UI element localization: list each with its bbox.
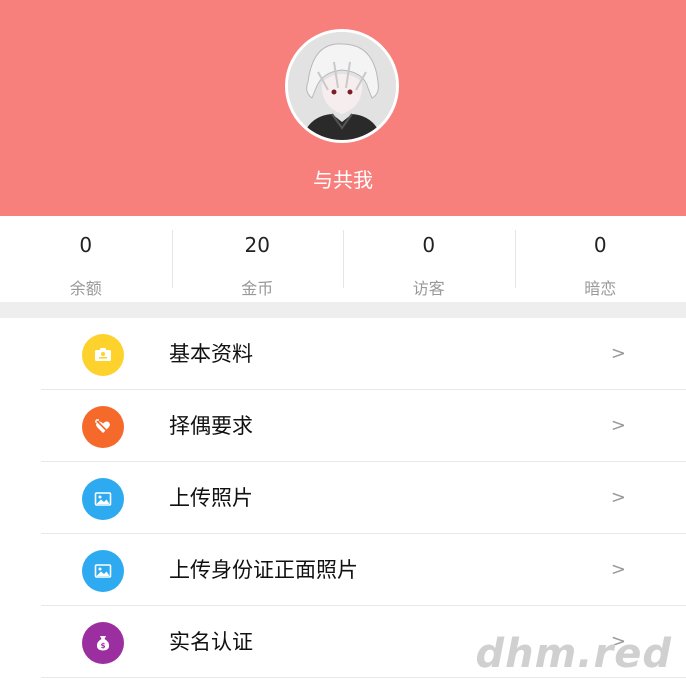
chevron-right-icon: > bbox=[610, 415, 626, 436]
nickname: 与共我 bbox=[313, 168, 373, 192]
profile-header: 与共我 bbox=[0, 0, 686, 216]
menu-item-upload-photos[interactable]: 上传照片 > bbox=[41, 462, 686, 534]
stat-value: 0 bbox=[593, 233, 607, 257]
stat-value: 20 bbox=[244, 233, 270, 257]
chevron-right-icon: > bbox=[610, 343, 626, 364]
stat-label: 暗恋 bbox=[584, 279, 617, 298]
menu-item-label: 上传照片 bbox=[169, 486, 253, 510]
image-icon bbox=[82, 550, 124, 592]
avatar[interactable] bbox=[285, 29, 399, 143]
stat-label: 金币 bbox=[241, 279, 274, 298]
stat-label: 余额 bbox=[69, 279, 102, 298]
menu-item-upload-id-front[interactable]: 上传身份证正面照片 > bbox=[41, 534, 686, 606]
stat-label: 访客 bbox=[412, 279, 445, 298]
stats-bar: 0 余额 20 金币 0 访客 0 暗恋 bbox=[0, 216, 686, 302]
svg-text:$: $ bbox=[101, 642, 106, 650]
heart-arrow-icon bbox=[82, 406, 124, 448]
id-card-icon bbox=[82, 334, 124, 376]
money-bag-icon: $ bbox=[82, 622, 124, 664]
stat-crush[interactable]: 0 暗恋 bbox=[514, 216, 686, 302]
stat-visitors[interactable]: 0 访客 bbox=[343, 216, 515, 302]
stat-value: 0 bbox=[422, 233, 436, 257]
menu-list: 基本资料 > 择偶要求 > 上传照片 > 上传身份证正面照片 > $ 实名认证 … bbox=[0, 318, 686, 678]
menu-item-partner-requirements[interactable]: 择偶要求 > bbox=[41, 390, 686, 462]
menu-item-label: 实名认证 bbox=[169, 630, 253, 654]
chevron-right-icon: > bbox=[610, 559, 626, 580]
menu-item-basic-info[interactable]: 基本资料 > bbox=[41, 318, 686, 390]
image-icon bbox=[82, 478, 124, 520]
stat-value: 0 bbox=[79, 233, 93, 257]
section-divider bbox=[0, 302, 686, 318]
stat-balance[interactable]: 0 余额 bbox=[0, 216, 172, 302]
menu-item-label: 基本资料 bbox=[169, 342, 253, 366]
avatar-image bbox=[288, 32, 396, 140]
menu-item-label: 择偶要求 bbox=[169, 414, 253, 438]
chevron-right-icon: > bbox=[610, 487, 626, 508]
menu-item-label: 上传身份证正面照片 bbox=[169, 558, 358, 582]
stat-coins[interactable]: 20 金币 bbox=[171, 216, 344, 302]
watermark: dhm.red bbox=[475, 631, 672, 677]
